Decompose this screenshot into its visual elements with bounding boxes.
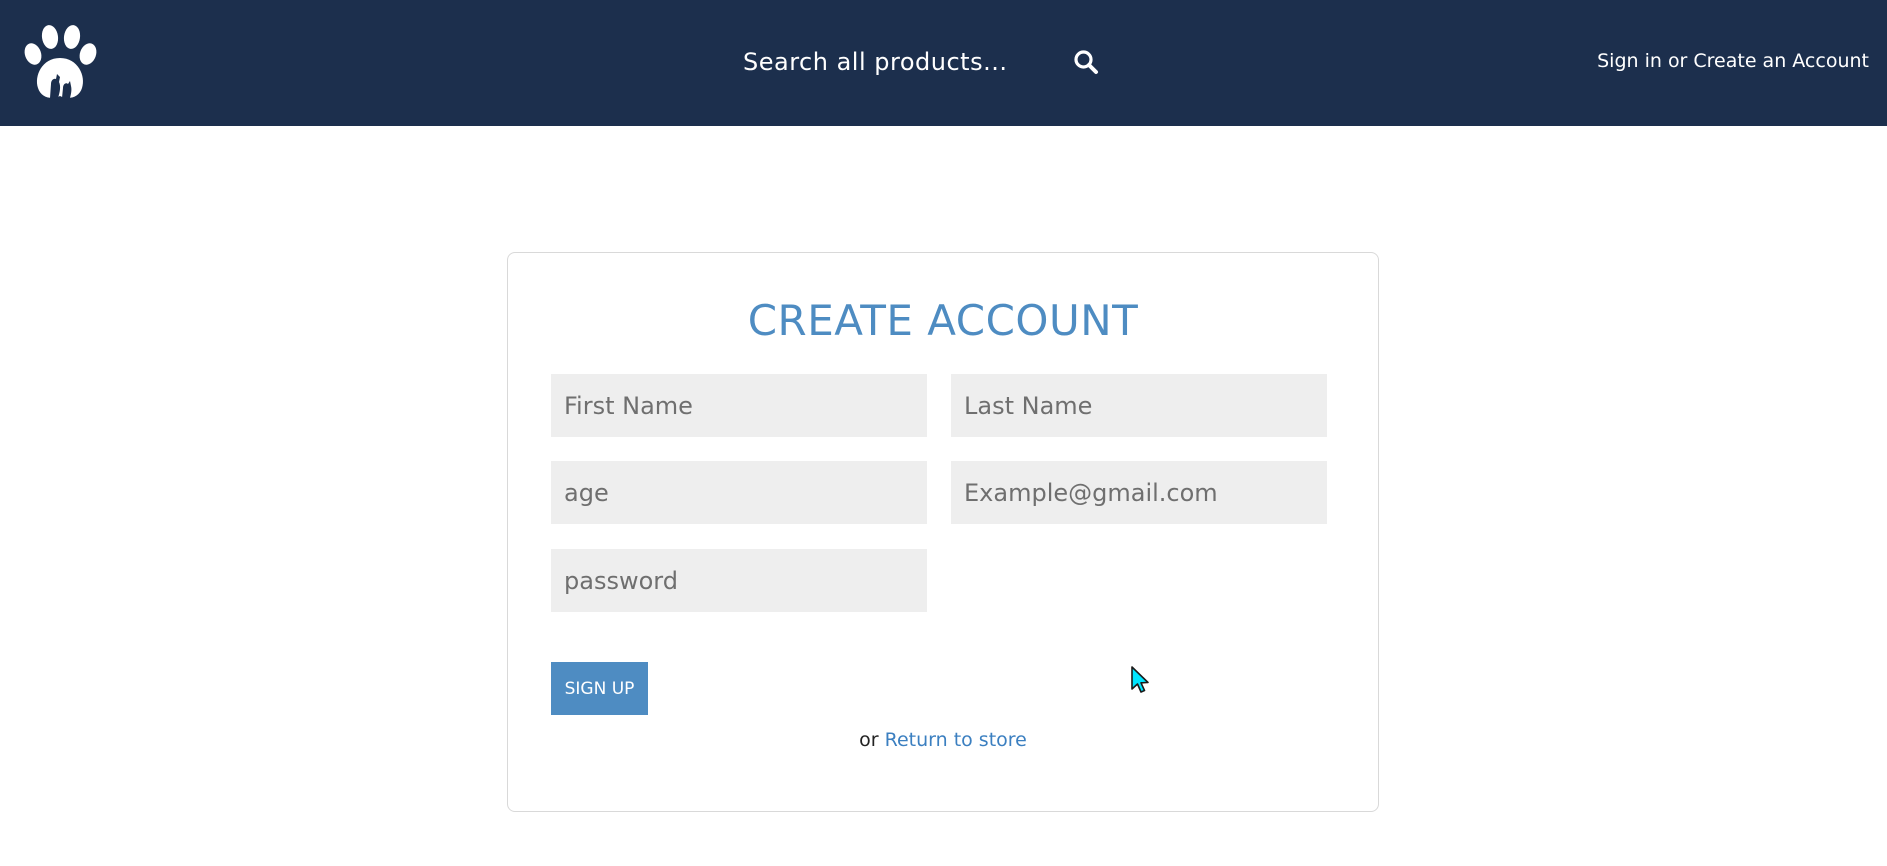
return-prefix: or (859, 729, 879, 751)
sign-up-button[interactable]: SIGN UP (551, 662, 648, 715)
last-name-field[interactable] (951, 374, 1327, 437)
sign-in-link[interactable]: Sign in (1597, 50, 1662, 72)
account-links: Sign in or Create an Account (1597, 46, 1869, 76)
return-to-store-line: or Return to store (508, 729, 1378, 751)
mouse-pointer-icon (1131, 666, 1149, 693)
page-title: CREATE ACCOUNT (747, 296, 1139, 345)
site-header: Search all products... Sign in or Create a… (0, 0, 1887, 126)
first-name-field[interactable] (551, 374, 927, 437)
email-field[interactable] (951, 461, 1327, 524)
paw-logo-icon[interactable] (20, 24, 100, 104)
search-icon[interactable] (1072, 48, 1100, 76)
password-field[interactable] (551, 549, 927, 612)
create-account-link[interactable]: Create an Account (1693, 50, 1869, 72)
create-account-card: CREATE ACCOUNT SIGN UP or Return to stor… (507, 252, 1379, 812)
return-to-store-link[interactable]: Return to store (885, 729, 1027, 751)
links-separator: or (1667, 50, 1688, 72)
search-input[interactable]: Search all products... (743, 44, 1007, 80)
age-field[interactable] (551, 461, 927, 524)
